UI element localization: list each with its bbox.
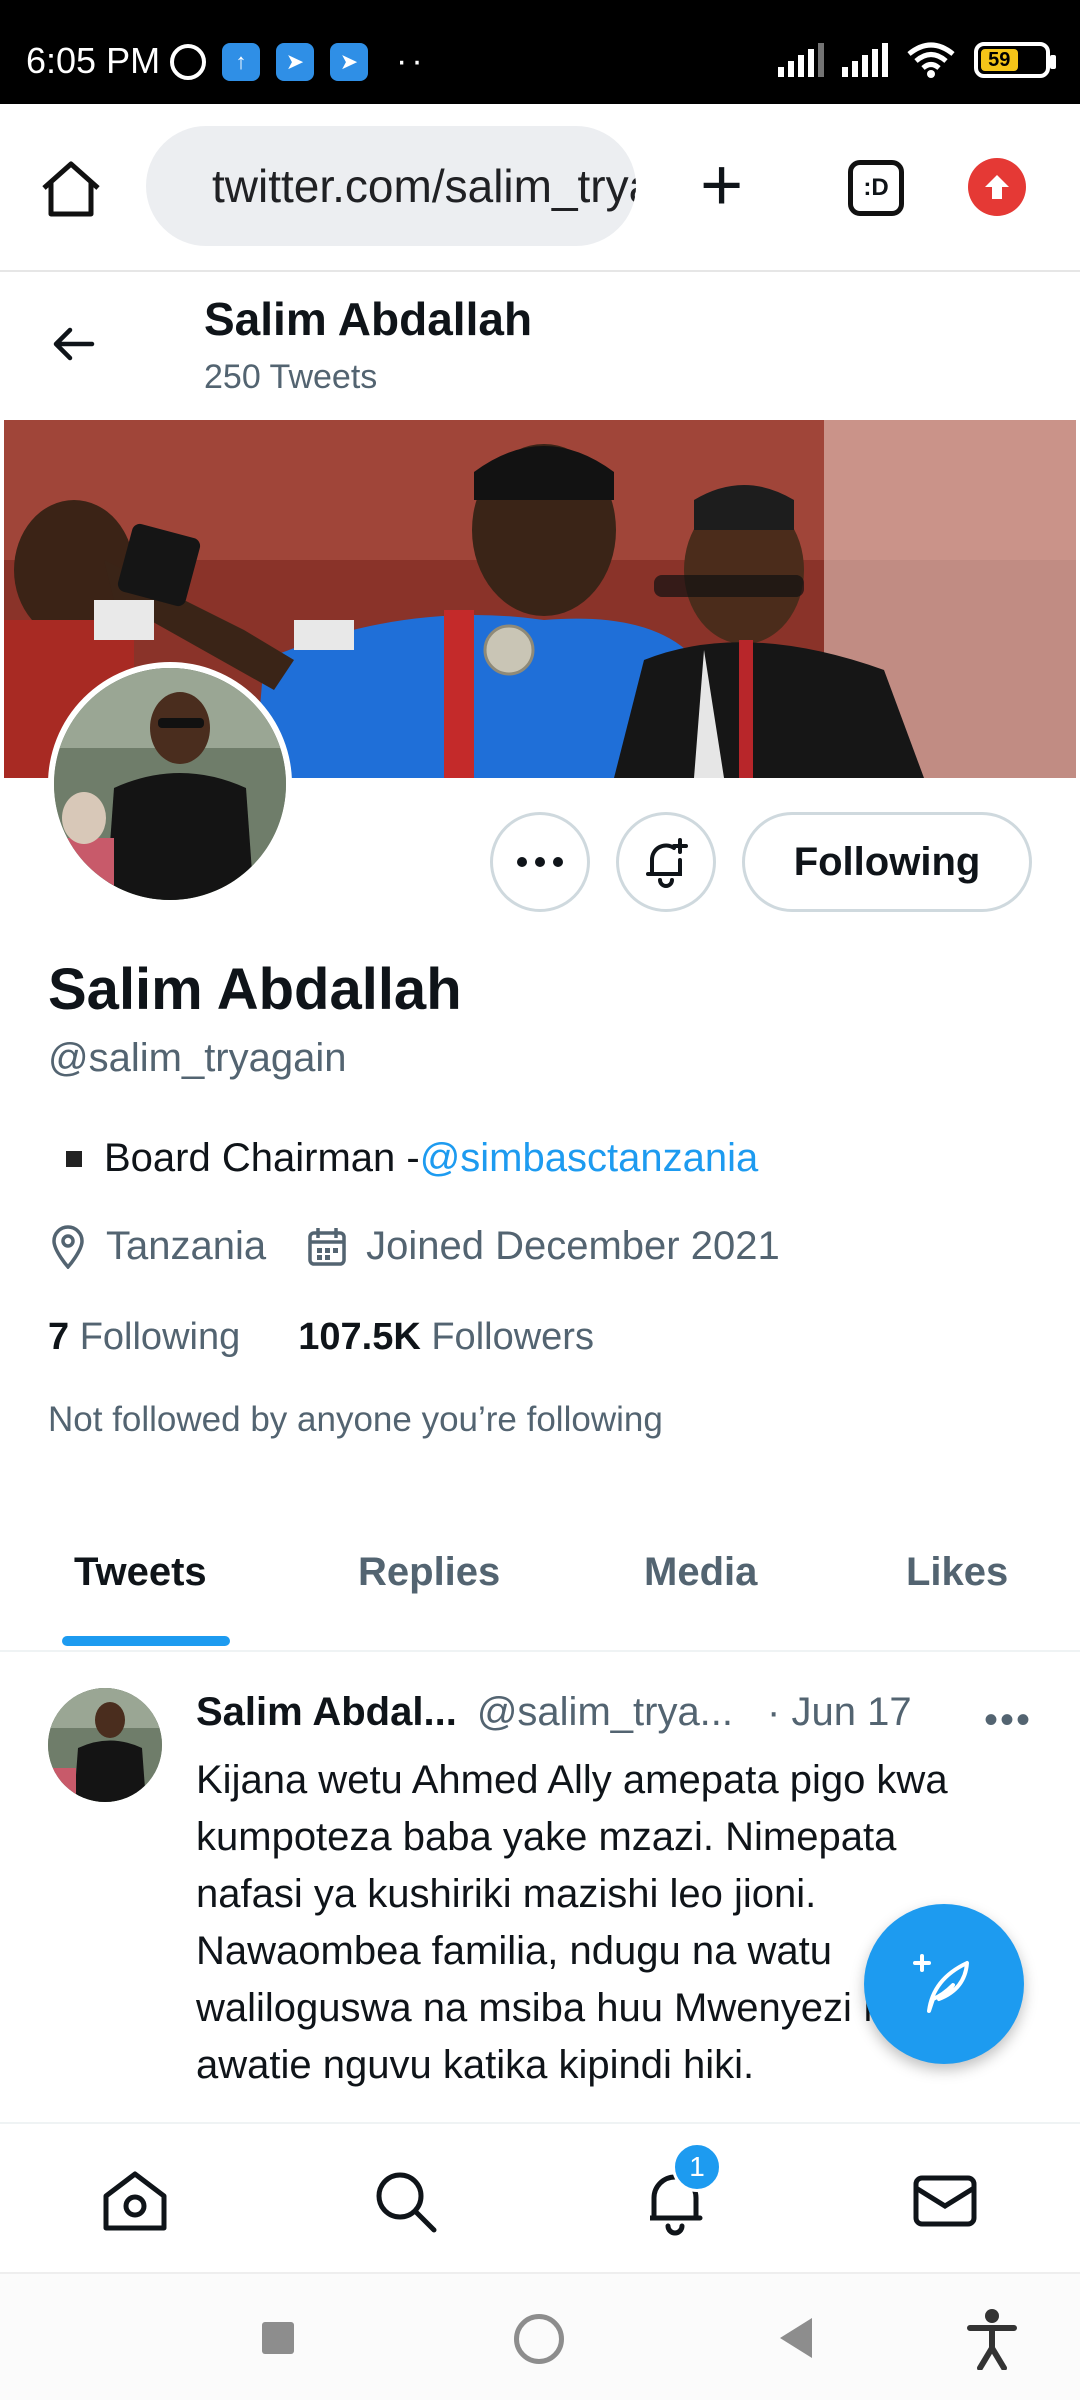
arrow-up-icon — [985, 175, 1009, 199]
followers-link[interactable]: 107.5K Followers — [298, 1316, 594, 1359]
url-text: twitter.com/salim_tryagain — [212, 160, 636, 212]
profile-handle: @salim_tryagain — [48, 1036, 347, 1080]
upload-icon: ↑ — [222, 42, 260, 81]
following-link[interactable]: 7 Following — [48, 1316, 240, 1359]
search-icon[interactable] — [370, 2166, 440, 2236]
notification-icons: ↑ ➤ ➤ ·· — [170, 42, 427, 81]
accessibility-icon[interactable] — [966, 2308, 1018, 2370]
following-count: 7 — [48, 1316, 70, 1358]
profile-bio: Board Chairman - @simbasctanzania — [48, 1136, 758, 1181]
location-text: Tanzania — [106, 1224, 267, 1268]
back-arrow-icon[interactable] — [48, 318, 100, 370]
system-icons: 59 — [778, 42, 1056, 78]
home-button[interactable] — [514, 2314, 564, 2364]
battery-level: 59 — [981, 49, 1018, 71]
notify-button[interactable] — [616, 812, 716, 912]
home-nav-icon[interactable] — [100, 2166, 170, 2236]
new-tab-button[interactable]: + — [700, 148, 743, 222]
following-button[interactable]: Following — [742, 812, 1032, 912]
url-bar[interactable]: twitter.com/salim_tryagain — [146, 126, 636, 246]
avatar-photo — [54, 668, 286, 900]
square-icon — [66, 1150, 82, 1167]
battery-icon: 59 — [974, 42, 1056, 78]
signal-icon-2 — [842, 43, 888, 77]
bio-text: Board Chairman - — [104, 1136, 420, 1180]
android-navigation-bar — [0, 2272, 1080, 2400]
tweet-author-handle: @salim_trya... — [476, 1690, 734, 1734]
follow-counts: 7 Following 107.5K Followers — [48, 1316, 594, 1359]
tab-tweets[interactable]: Tweets — [74, 1550, 207, 1595]
more-options-button[interactable] — [490, 812, 590, 912]
tweet-avatar[interactable] — [48, 1688, 162, 1802]
tweet-date[interactable]: · Jun 17 — [767, 1690, 912, 1735]
tweet-line: kumpoteza baba yake mzazi. Nimepata — [196, 1815, 897, 1859]
header-tweet-count: 250 Tweets — [204, 358, 378, 396]
profile-name: Salim Abdallah — [48, 957, 462, 1022]
browser-toolbar: twitter.com/salim_tryagain + :D — [0, 104, 1080, 272]
messages-icon[interactable] — [910, 2166, 980, 2236]
recents-button[interactable] — [262, 2322, 294, 2354]
followers-count: 107.5K — [298, 1316, 421, 1358]
followers-label: Followers — [431, 1316, 594, 1358]
status-time: 6:05 PM — [26, 40, 161, 81]
active-tab-indicator — [62, 1636, 230, 1646]
status-bar: 6:05 PM ↑ ➤ ➤ ·· 59 — [0, 0, 1080, 104]
tab-media[interactable]: Media — [644, 1550, 757, 1595]
telegram-icon-2: ➤ — [330, 42, 368, 81]
tweet-author-name[interactable]: Salim Abdal... — [196, 1690, 457, 1735]
not-followed-note: Not followed by anyone you’re following — [48, 1400, 663, 1439]
signal-icon — [778, 43, 824, 77]
notification-badge: 1 — [672, 2142, 722, 2192]
bottom-navigation — [0, 2122, 1080, 2272]
profile-avatar[interactable] — [48, 662, 292, 906]
more-icon — [517, 857, 563, 867]
wifi-icon — [907, 42, 955, 78]
joined-text: Joined December 2021 — [366, 1224, 780, 1268]
tab-likes[interactable]: Likes — [906, 1550, 1008, 1595]
profile-tabs: Tweets Replies Media Likes — [0, 1508, 1080, 1652]
profile-meta: Tanzania Joined December 2021 — [48, 1224, 780, 1269]
following-label: Following — [79, 1316, 241, 1358]
update-button[interactable] — [968, 158, 1026, 216]
home-icon[interactable] — [38, 156, 104, 222]
alarm-icon — [170, 43, 206, 80]
header-name: Salim Abdallah — [204, 293, 533, 345]
tweet-header: Salim Abdal... @salim_trya... · Jun 17 — [196, 1690, 912, 1735]
tweet-line: Kijana wetu Ahmed Ally amepata pigo kwa — [196, 1758, 948, 1802]
tab-replies[interactable]: Replies — [358, 1550, 500, 1595]
tweet-more-button[interactable]: ••• — [984, 1698, 1032, 1743]
bell-plus-icon — [646, 838, 688, 888]
telegram-icon: ➤ — [276, 42, 314, 81]
tabs-button[interactable]: :D — [848, 160, 904, 216]
tweet-avatar-photo — [48, 1688, 162, 1802]
bio-mention-link[interactable]: @simbasctanzania — [420, 1136, 759, 1181]
more-notifications-icon: ·· — [396, 42, 427, 80]
compose-tweet-button[interactable] — [864, 1904, 1024, 2064]
back-button[interactable] — [780, 2318, 812, 2358]
compose-feather-icon — [913, 1954, 969, 2013]
location-icon — [52, 1224, 84, 1269]
calendar-icon — [308, 1227, 346, 1266]
